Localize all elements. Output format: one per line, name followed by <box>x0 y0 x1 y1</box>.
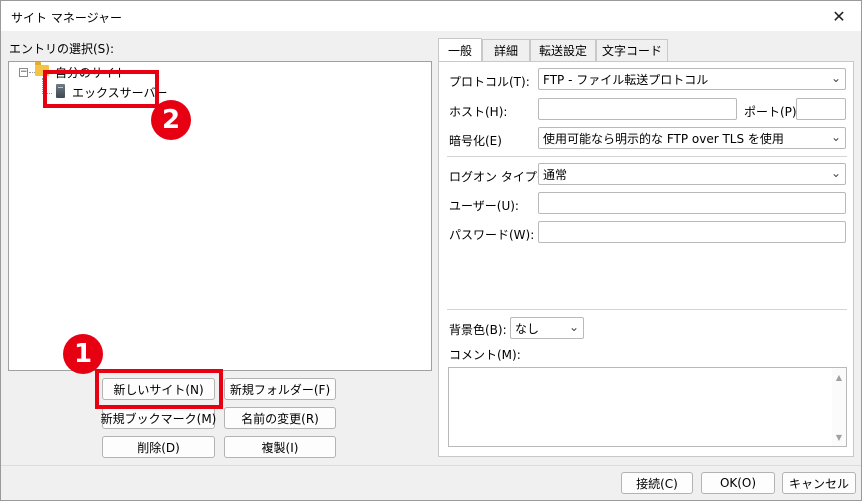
divider <box>447 309 847 310</box>
user-input[interactable] <box>538 192 846 214</box>
highlight-box-2 <box>43 70 159 108</box>
ok-button[interactable]: OK(O) <box>701 472 775 494</box>
step-badge-2: 2 <box>151 100 191 140</box>
protocol-value: FTP - ファイル転送プロトコル <box>543 72 709 87</box>
port-label: ポート(P): <box>744 105 801 119</box>
host-input[interactable] <box>538 98 737 120</box>
window-title: サイト マネージャー <box>11 11 122 25</box>
comment-scrollbar[interactable]: ▲ ▼ <box>832 368 846 446</box>
protocol-label: プロトコル(T): <box>449 75 530 89</box>
encryption-label: 暗号化(E) <box>449 134 502 148</box>
chevron-down-icon: ⌄ <box>830 130 841 144</box>
footer-divider <box>1 465 861 466</box>
chevron-down-icon: ⌄ <box>830 166 841 180</box>
logon-type-select[interactable]: 通常 ⌄ <box>538 163 846 185</box>
chevron-down-icon: ⌄ <box>830 71 841 85</box>
tab-general[interactable]: 一般 <box>438 38 482 61</box>
scroll-down-icon[interactable]: ▼ <box>832 430 846 444</box>
entry-select-label: エントリの選択(S): <box>9 42 115 56</box>
connect-button[interactable]: 接続(C) <box>621 472 693 494</box>
tree-collapse-icon[interactable]: − <box>19 68 28 77</box>
host-label: ホスト(H): <box>449 105 508 119</box>
delete-button[interactable]: 削除(D) <box>102 436 215 458</box>
chevron-down-icon: ⌄ <box>568 320 579 334</box>
site-manager-window: サイト マネージャー ✕ エントリの選択(S): − 自分のサイト エックスサー… <box>0 0 862 501</box>
logon-type-value: 通常 <box>543 167 568 182</box>
tab-transfer-settings[interactable]: 転送設定 <box>530 39 596 61</box>
protocol-select[interactable]: FTP - ファイル転送プロトコル ⌄ <box>538 68 846 90</box>
bg-color-value: なし <box>515 321 540 336</box>
title-bar: サイト マネージャー ✕ <box>1 1 861 31</box>
tab-advanced[interactable]: 詳細 <box>482 39 530 61</box>
password-label: パスワード(W): <box>449 228 535 242</box>
general-panel: プロトコル(T): FTP - ファイル転送プロトコル ⌄ ホスト(H): ポー… <box>438 61 854 457</box>
comment-label: コメント(M): <box>449 348 521 362</box>
cancel-button[interactable]: キャンセル <box>782 472 856 494</box>
port-input[interactable] <box>796 98 846 120</box>
bg-color-select[interactable]: なし ⌄ <box>510 317 584 339</box>
duplicate-button[interactable]: 複製(I) <box>224 436 336 458</box>
new-bookmark-button[interactable]: 新規ブックマーク(M) <box>101 407 216 429</box>
step-badge-1: 1 <box>63 334 103 374</box>
tab-charset[interactable]: 文字コード <box>596 39 668 61</box>
encryption-select[interactable]: 使用可能なら明示的な FTP over TLS を使用 ⌄ <box>538 127 846 149</box>
highlight-box-1 <box>95 369 223 409</box>
rename-button[interactable]: 名前の変更(R) <box>224 407 336 429</box>
comment-textarea[interactable]: ▲ ▼ <box>448 367 847 447</box>
encryption-value: 使用可能なら明示的な FTP over TLS を使用 <box>543 131 784 146</box>
user-label: ユーザー(U): <box>449 199 519 213</box>
close-icon[interactable]: ✕ <box>817 1 861 31</box>
bg-color-label: 背景色(B): <box>449 323 507 337</box>
password-input[interactable] <box>538 221 846 243</box>
divider <box>447 156 847 157</box>
new-folder-button[interactable]: 新規フォルダー(F) <box>224 378 336 400</box>
scroll-up-icon[interactable]: ▲ <box>832 370 846 384</box>
